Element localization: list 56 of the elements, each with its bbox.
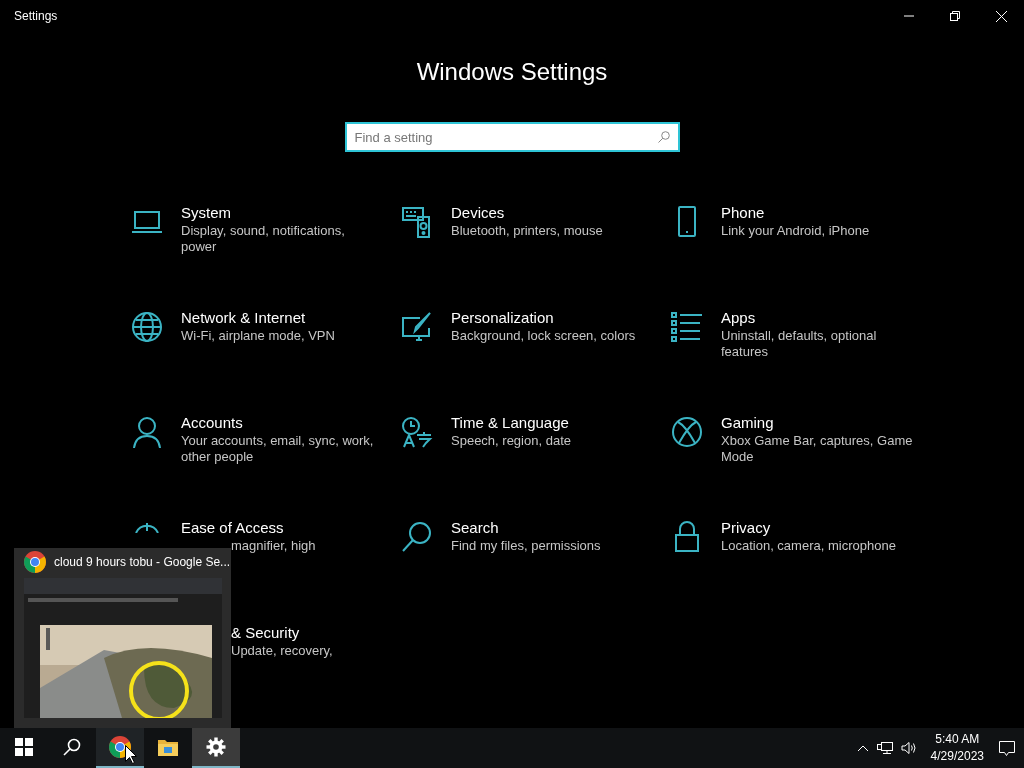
network-icon[interactable]	[876, 741, 893, 755]
window-preview[interactable]: cloud 9 hours tobu - Google Se...	[14, 548, 231, 728]
globe-icon	[130, 310, 164, 344]
tile-description: Background, lock screen, colors	[451, 328, 636, 344]
tile-description: Bluetooth, printers, mouse	[451, 223, 603, 239]
tile-title[interactable]: System	[181, 203, 231, 223]
tile-title[interactable]: Accounts	[181, 413, 243, 433]
chrome-icon	[23, 550, 47, 574]
search-icon	[657, 131, 670, 143]
preview-title: cloud 9 hours tobu - Google Se...	[54, 555, 231, 569]
search-icon	[400, 520, 434, 554]
chevron-up-icon[interactable]	[856, 744, 869, 752]
window-title: Settings	[14, 9, 59, 23]
person-icon	[130, 415, 164, 449]
search-field[interactable]: Find a setting	[344, 122, 680, 152]
date-text: 4/29/2023	[930, 748, 984, 765]
volume-icon[interactable]	[900, 741, 917, 755]
tile-title[interactable]: Apps	[721, 308, 756, 328]
tile-title[interactable]: Gaming	[721, 413, 774, 433]
page-title: Windows Settings	[416, 57, 608, 87]
tile-title[interactable]: Network & Internet	[181, 308, 306, 328]
search-icon	[63, 738, 81, 756]
time-text: 5:40 AM	[935, 731, 980, 748]
tile-description: Wi-Fi, airplane mode, VPN	[181, 328, 335, 344]
notification-icon[interactable]	[998, 739, 1016, 757]
tile-title[interactable]: Privacy	[721, 518, 771, 538]
tile-title[interactable]: & Security	[231, 623, 300, 643]
tile-title[interactable]: Time & Language	[451, 413, 569, 433]
tile-title[interactable]: Personalization	[451, 308, 554, 328]
tile-description: Uninstall, defaults, optional features	[721, 328, 878, 360]
tile-description: Speech, region, date	[451, 433, 571, 449]
tile-description: Your accounts, email, sync, work, other people	[181, 433, 375, 465]
clock[interactable]: 5:40 AM 4/29/2023	[930, 731, 984, 765]
tile-description: Find my files, permissions	[451, 538, 601, 554]
folder-icon	[157, 737, 179, 757]
xbox-icon	[670, 415, 704, 449]
tile-description: magnifier, high	[231, 538, 316, 554]
clock-icon	[400, 415, 434, 449]
list-icon	[670, 310, 704, 344]
taskbar-button[interactable]	[192, 728, 240, 768]
tile-description: Xbox Game Bar, captures, Game Mode	[721, 433, 914, 465]
tile-title[interactable]: Search	[451, 518, 499, 538]
taskbar-button[interactable]	[96, 728, 144, 768]
tile-description: Display, sound, notifications, power	[181, 223, 346, 255]
tile-title[interactable]: Ease of Access	[181, 518, 284, 538]
tile-title[interactable]: Devices	[451, 203, 505, 223]
mouse-cursor-icon	[125, 745, 137, 764]
close-icon	[995, 10, 1007, 22]
restore-icon	[950, 11, 960, 21]
tile-description: Update, recovery,	[231, 643, 333, 659]
tile-description: Location, camera, microphone	[721, 538, 896, 554]
windows-logo-icon	[15, 738, 33, 756]
tile-title[interactable]: Phone	[721, 203, 765, 223]
tile-description: Link your Android, iPhone	[721, 223, 870, 239]
gear-icon	[206, 737, 226, 757]
paint-icon	[400, 310, 434, 344]
